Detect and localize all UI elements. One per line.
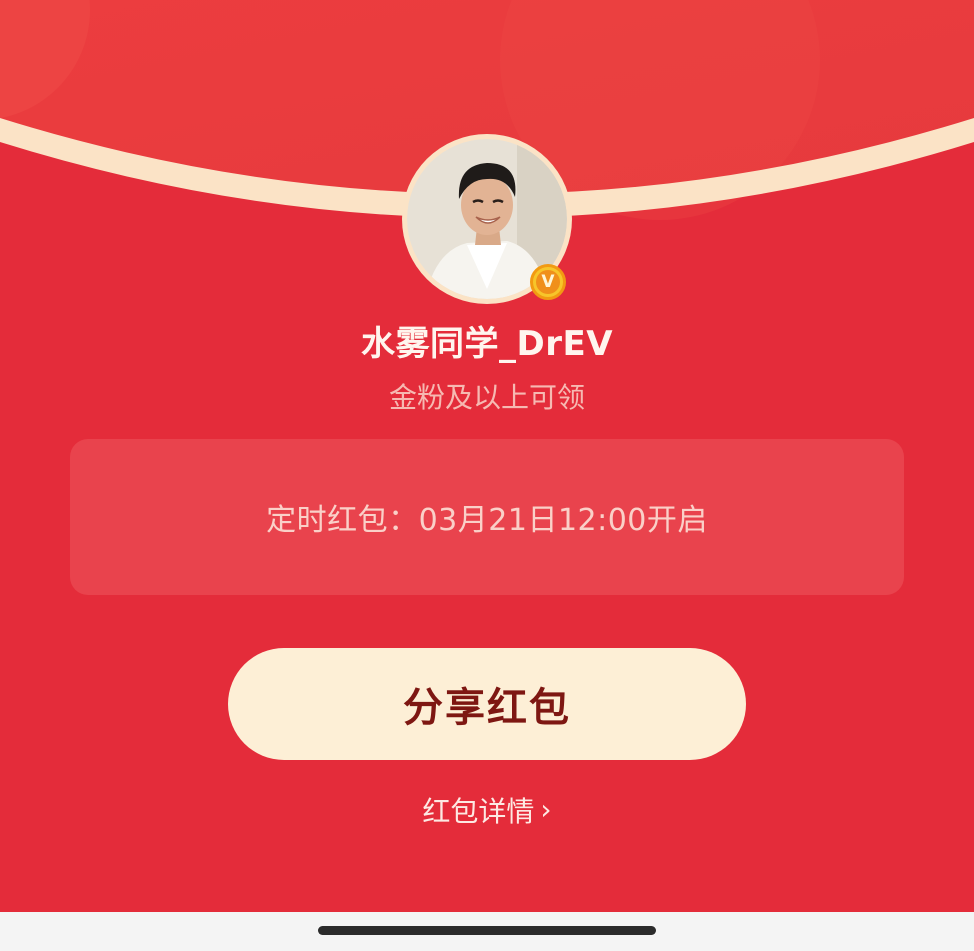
timer-text: 定时红包：03月21日12:00开启 <box>266 503 708 538</box>
red-packet-screen: V 水雾同学_DrEV 金粉及以上可领 定时红包：03月21日12:00开启 分… <box>0 0 974 951</box>
details-label: 红包详情 <box>422 795 535 828</box>
share-red-packet-button[interactable]: 分享红包 <box>228 648 746 760</box>
verified-badge-icon: V <box>530 264 566 300</box>
timer-panel: 定时红包：03月21日12:00开启 <box>70 439 904 595</box>
eligibility-note: 金粉及以上可领 <box>388 381 585 414</box>
chevron-right-icon: › <box>540 793 552 826</box>
red-packet-details-link[interactable]: 红包详情 › <box>0 790 974 830</box>
verified-letter: V <box>536 270 560 294</box>
username: 水雾同学_DrEV <box>360 324 614 364</box>
home-indicator[interactable] <box>318 926 656 935</box>
